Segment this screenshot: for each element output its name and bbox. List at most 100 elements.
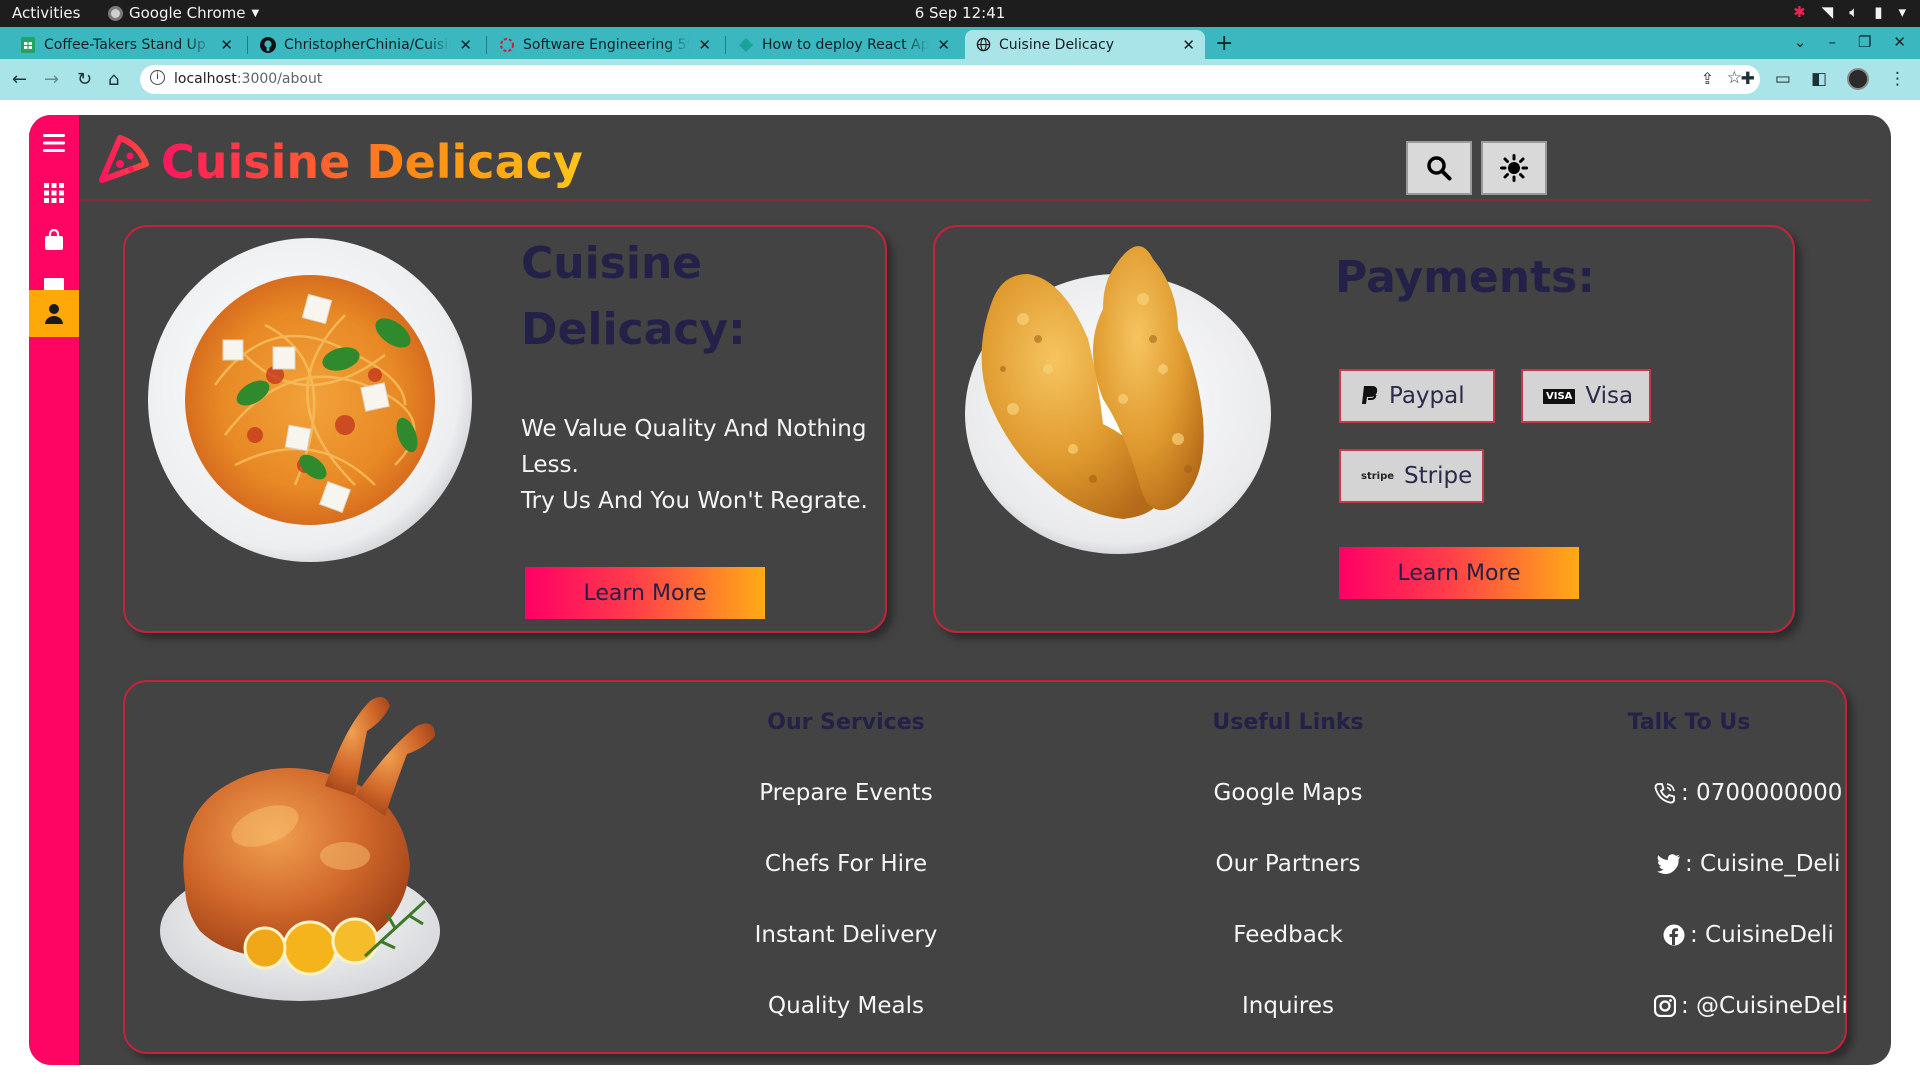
volume-icon[interactable]: 🔈︎ [1849,3,1858,21]
tagline-line2: Less. [521,452,579,478]
link-feedback[interactable]: Feedback [1138,922,1438,948]
contact-phone-text: : 0700000000 [1681,780,1843,806]
contact-twitter[interactable]: : Cuisine_Deli [1657,851,1840,877]
link-google-maps[interactable]: Google Maps [1138,780,1438,806]
tab-coffee-takers[interactable]: Coffee-Takers Stand Up List ✕ [10,30,243,59]
menu-icon [43,134,65,152]
about-tagline: We Value Quality And Nothing Less. Try U… [521,411,868,519]
paypal-icon [1362,386,1378,404]
power-menu-icon[interactable]: ▾ [1898,3,1906,21]
user-icon [45,303,63,324]
close-window-icon[interactable]: ✕ [1893,33,1906,51]
home-icon[interactable]: ⌂ [108,69,119,90]
url-host: localhost [174,71,237,87]
tab-github[interactable]: ChristopherChinia/Cuisine ✕ [250,30,482,59]
tab-cuisine-delicacy[interactable]: Cuisine Delicacy ✕ [965,30,1205,59]
payments-title: Payments: [1335,252,1595,303]
contact-instagram[interactable]: : @CuisineDeli [1653,993,1848,1019]
address-bar[interactable]: i localhost:3000/about ⇪ ☆ [140,65,1760,94]
visa-label: Visa [1585,383,1634,409]
minimize-icon[interactable]: – [1828,33,1836,51]
tab-title: How to deploy React App [762,36,930,53]
visa-button[interactable]: VISA Visa [1521,369,1651,423]
back-arrow-icon[interactable]: ← [12,69,27,90]
new-tab-button[interactable]: + [1215,31,1233,56]
about-card: Cuisine Delicacy: We Value Quality And N… [123,225,887,633]
about-title-line2: Delicacy: [521,304,746,355]
wifi-icon[interactable]: ◥ [1822,3,1834,21]
sidebar-item-menu[interactable] [29,119,79,167]
forward-arrow-icon[interactable]: → [44,69,59,90]
tab-deploy-react[interactable]: How to deploy React App ✕ [728,30,960,59]
tagline-line1: We Value Quality And Nothing [521,416,867,442]
sidebar-item-profile[interactable] [29,290,79,337]
service-chefs-for-hire[interactable]: Chefs For Hire [696,851,996,877]
link-our-partners[interactable]: Our Partners [1138,851,1438,877]
links-heading: Useful Links [1212,710,1364,735]
close-icon[interactable]: ✕ [698,36,711,54]
close-icon[interactable]: ✕ [459,36,472,54]
sidebar-item-grid[interactable] [29,169,79,217]
tab-separator [486,36,487,54]
battery-icon[interactable]: ▮ [1874,3,1882,21]
side-panel-icon[interactable]: ◧ [1811,69,1827,89]
tagline-line3: Try Us And You Won't Regrate. [521,488,868,514]
about-learn-more-button[interactable]: Learn More [525,567,765,619]
loader-icon [499,37,515,53]
extensions-icon[interactable]: ✚ [1741,69,1755,89]
visa-icon: VISA [1543,388,1576,404]
search-icon [1427,156,1452,181]
grid-icon [44,183,64,203]
cast-icon[interactable]: ▭ [1775,69,1791,89]
footer-card: Our Services Prepare Events Chefs For Hi… [123,680,1848,1054]
stripe-button[interactable]: stripe Stripe [1339,449,1484,503]
twitter-icon [1657,852,1681,876]
service-instant-delivery[interactable]: Instant Delivery [696,922,996,948]
contact-heading: Talk To Us [1627,710,1751,735]
tab-title: Coffee-Takers Stand Up List [44,36,212,53]
close-icon[interactable]: ✕ [937,36,950,54]
sidebar [29,115,79,1065]
search-button[interactable] [1406,141,1472,195]
facebook-icon [1662,923,1686,947]
netlify-icon [738,37,754,53]
service-prepare-events[interactable]: Prepare Events [696,780,996,806]
toolbar-actions: ✚ ▭ ◧ ⋮ [1741,68,1906,90]
close-icon[interactable]: ✕ [220,36,233,54]
service-quality-meals[interactable]: Quality Meals [696,993,996,1019]
roast-chicken-image [160,697,440,1001]
site-info-icon[interactable]: i [150,70,165,85]
paypal-label: Paypal [1389,383,1465,409]
stripe-label: Stripe [1404,463,1473,489]
spaghetti-plate-image [148,238,472,562]
link-inquires[interactable]: Inquires [1138,993,1438,1019]
contact-phone[interactable]: : 0700000000 [1653,780,1842,806]
url-text[interactable]: localhost:3000/about [174,71,322,87]
share-icon[interactable]: ⇪ [1701,69,1714,88]
brand-title[interactable]: Cuisine Delicacy [161,135,583,189]
payments-learn-more-button[interactable]: Learn More [1339,547,1579,599]
more-menu-icon[interactable]: ⋮ [1889,69,1906,89]
paypal-button[interactable]: Paypal [1339,369,1495,423]
tab-title: Cuisine Delicacy [999,36,1115,53]
system-tray[interactable]: ✱ ◥ 🔈︎ ▮ ▾ [1793,3,1906,21]
tab-search-icon[interactable]: ⌄ [1794,33,1807,51]
close-icon[interactable]: ✕ [1182,36,1195,54]
tab-separator [725,36,726,54]
tab-separator [247,36,248,54]
theme-toggle-button[interactable] [1481,141,1547,195]
payments-card: Payments: Paypal VISA Visa stripe Stripe… [933,225,1795,633]
instagram-icon [1653,994,1677,1018]
sidebar-item-shop[interactable] [29,216,79,264]
tab-software-engineering[interactable]: Software Engineering 59 ✕ [489,30,721,59]
sheets-icon [20,36,36,53]
reload-icon[interactable]: ↻ [77,69,92,90]
clock[interactable]: 6 Sep 12:41 [0,4,1920,22]
header-divider [79,199,1871,201]
slack-icon[interactable]: ✱ [1793,3,1806,21]
profile-avatar[interactable] [1847,68,1869,90]
restore-icon[interactable]: ❐ [1858,33,1871,51]
about-title: Cuisine Delicacy: [521,231,746,363]
pizza-logo-icon [99,135,149,183]
contact-facebook[interactable]: : CuisineDeli [1662,922,1834,948]
